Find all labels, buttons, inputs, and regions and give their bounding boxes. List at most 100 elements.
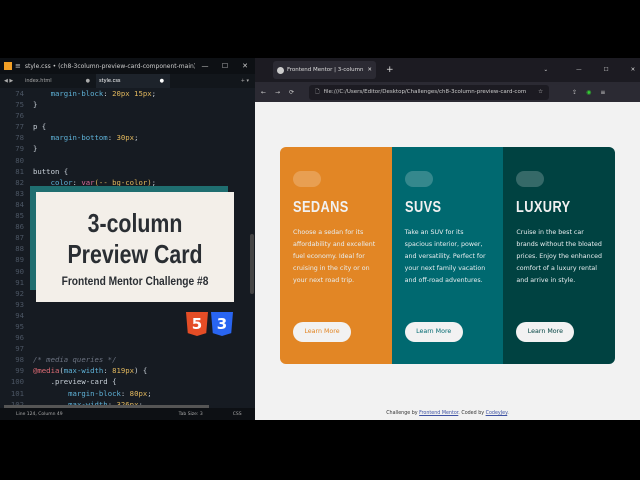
attribution-mid: . Coded by — [458, 411, 486, 416]
code-line: 78 margin-bottom: 30px; — [0, 132, 249, 143]
status-tab-size[interactable]: Tab Size: 3 — [179, 412, 203, 417]
url-text: file:///C:/Users/Editor/Desktop/Challeng… — [323, 89, 527, 95]
page-icon: 🗋 — [315, 88, 320, 95]
menu-icon[interactable]: ≡ — [15, 62, 21, 70]
card-text: Cruise in the best car brands without th… — [516, 229, 602, 284]
line-text: /* media queries */ — [33, 355, 117, 365]
extension-green-icon[interactable]: ◉ — [586, 89, 591, 96]
card-column-luxury: LUXURY Cruise in the best car brands with… — [503, 147, 615, 364]
line-number: 97 — [15, 344, 24, 354]
line-number: 91 — [15, 277, 24, 287]
status-bar: Line 124, Column 49 Tab Size: 3 CSS — [0, 408, 255, 420]
line-text: p { — [33, 122, 47, 132]
code-line: 101 margin-block: 80px; — [0, 388, 249, 399]
favicon-icon — [277, 66, 284, 74]
card-text: Take an SUV for its spacious interior, p… — [404, 229, 486, 284]
line-text: } — [33, 100, 38, 110]
car-icon — [516, 171, 545, 187]
learn-more-button[interactable]: Learn More — [293, 322, 351, 342]
minimize-button[interactable]: — — [195, 62, 215, 70]
line-number: 89 — [15, 255, 24, 265]
status-syntax[interactable]: CSS — [233, 412, 242, 417]
url-field[interactable]: 🗋 file:///C:/Users/Editor/Desktop/Challe… — [309, 84, 550, 100]
line-number: 75 — [15, 100, 24, 110]
code-line: 98 /* media queries */ — [0, 354, 249, 365]
tab-index-html[interactable]: index.html ● — [22, 74, 96, 88]
line-number: 90 — [15, 266, 24, 276]
new-tab-icon[interactable]: + ▾ — [241, 78, 255, 84]
close-tab-icon[interactable]: ✕ — [367, 67, 372, 73]
frontend-mentor-link[interactable]: Frontend Mentor — [419, 411, 458, 416]
code-line: 77 p { — [0, 121, 249, 132]
line-number: 96 — [15, 333, 24, 343]
car-icon — [404, 171, 433, 187]
tab-dot-icon[interactable]: ● — [86, 78, 90, 84]
line-number: 83 — [15, 188, 24, 198]
line-number: 98 — [15, 355, 24, 365]
tab-style-css[interactable]: style.css ● — [96, 74, 170, 88]
line-number: 85 — [15, 211, 24, 221]
tab-list-icon[interactable]: ⌄ — [544, 67, 549, 73]
close-button[interactable]: ✕ — [235, 62, 255, 70]
line-number: 77 — [15, 122, 24, 132]
attribution-prefix: Challenge by — [386, 411, 420, 416]
browser-tab[interactable]: Frontend Mentor | 3-column pr ✕ — [273, 61, 376, 79]
line-text: margin-bottom: 30px; — [50, 133, 139, 143]
line-number: 76 — [15, 111, 24, 121]
attribution: Challenge by Frontend Mentor. Coded by C… — [255, 411, 640, 416]
line-text: .preview-card { — [33, 377, 117, 387]
tab-label: style.css — [99, 78, 121, 84]
code-line: 99 @media(max-width: 819px) { — [0, 365, 249, 376]
line-number: 93 — [15, 299, 24, 309]
maximize-button[interactable]: ☐ — [604, 67, 609, 73]
preview-card: SEDANS Choose a sedan for its affordabili… — [280, 147, 615, 364]
line-text: button { — [33, 166, 69, 176]
close-button[interactable]: ✕ — [631, 67, 636, 73]
vertical-scrollbar[interactable] — [250, 234, 254, 294]
browser-tab-bar: Frontend Mentor | 3-column pr ✕ + ⌄ — ☐ … — [255, 58, 640, 82]
menu-icon[interactable]: ≡ — [600, 89, 605, 96]
forward-icon[interactable]: → — [275, 89, 280, 96]
tab-dot-icon[interactable]: ● — [160, 78, 164, 84]
code-line: 96 — [0, 332, 249, 343]
back-icon[interactable]: ← — [261, 89, 266, 96]
maximize-button[interactable]: ☐ — [215, 62, 235, 70]
line-number: 78 — [15, 133, 24, 143]
line-number: 80 — [15, 155, 24, 165]
tab-title: Frontend Mentor | 3-column pr — [287, 67, 365, 73]
extensions-icon[interactable]: ⇪ — [572, 89, 577, 96]
line-number: 88 — [15, 244, 24, 254]
css3-logo-icon: 3 — [211, 312, 233, 336]
author-link[interactable]: CodeyJey — [486, 411, 508, 416]
code-line: 79} — [0, 143, 249, 154]
line-number: 84 — [15, 199, 24, 209]
minimize-button[interactable]: — — [576, 67, 582, 73]
new-tab-button[interactable]: + — [386, 65, 394, 75]
sublime-logo-icon — [4, 62, 12, 70]
line-number: 99 — [15, 366, 24, 376]
overlay-title-line2: Preview Card — [67, 239, 203, 269]
line-number: 94 — [15, 310, 24, 320]
line-number: 101 — [10, 388, 24, 398]
bookmark-star-icon[interactable]: ☆ — [538, 89, 543, 95]
editor-tabs: ◀ ▶ index.html ● style.css ● + ▾ — [0, 74, 255, 88]
learn-more-button[interactable]: Learn More — [516, 322, 575, 342]
address-bar-row: ← → ⟳ 🗋 file:///C:/Users/Editor/Desktop/… — [255, 82, 640, 102]
html5-logo-icon: 5 — [186, 312, 208, 336]
code-line: 76 — [0, 110, 249, 121]
code-line: 80 — [0, 155, 249, 166]
code-line: 95 — [0, 321, 249, 332]
status-position[interactable]: Line 124, Column 49 — [16, 412, 63, 417]
car-icon — [293, 171, 321, 187]
learn-more-button[interactable]: Learn More — [404, 322, 463, 342]
line-number: 82 — [15, 177, 24, 187]
card-title: SEDANS — [293, 199, 349, 216]
browser-window: Frontend Mentor | 3-column pr ✕ + ⌄ — ☐ … — [255, 58, 640, 420]
card-column-suvs: SUVS Take an SUV for its spacious interio… — [391, 147, 504, 364]
reload-icon[interactable]: ⟳ — [289, 89, 294, 96]
code-line: 100 .preview-card { — [0, 376, 249, 387]
line-number: 74 — [15, 89, 24, 98]
line-number: 86 — [15, 222, 24, 232]
tab-nav-arrows-icon[interactable]: ◀ ▶ — [0, 78, 22, 84]
line-text: margin-block: 20px 15px; — [50, 89, 157, 98]
